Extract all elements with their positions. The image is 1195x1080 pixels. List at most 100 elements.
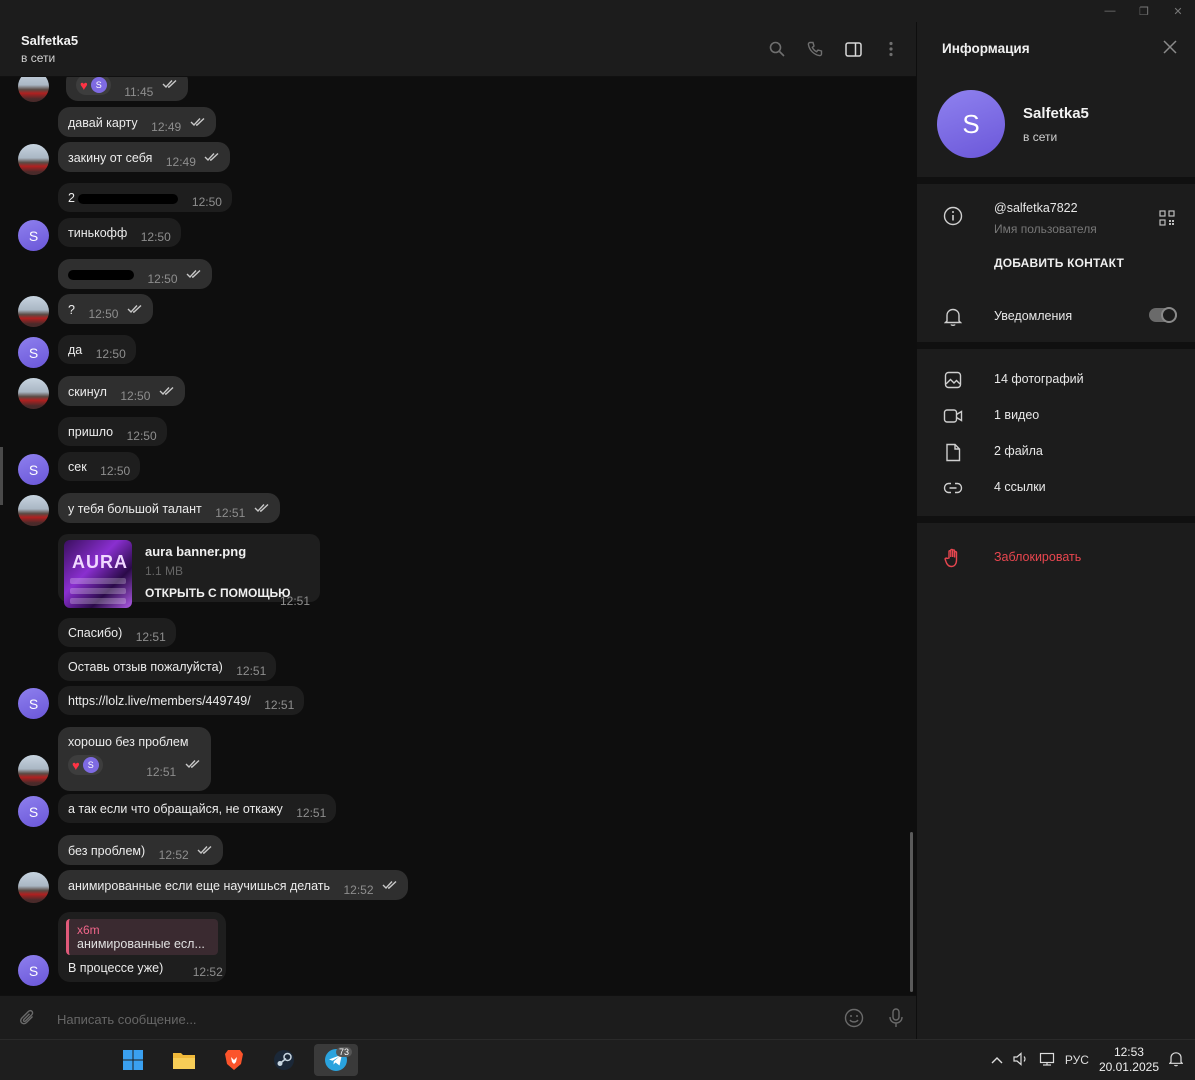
peer-name[interactable]: Salfetka5	[21, 33, 78, 48]
message-bubble[interactable]: закину от себя 12:49	[58, 142, 231, 172]
file-message[interactable]: AURA aura banner.png 1.1 MB ОТКРЫТЬ С ПО…	[58, 534, 320, 608]
message-time: 12:50	[88, 306, 119, 321]
read-ticks-icon	[186, 268, 202, 282]
message-bubble[interactable]: тинькофф 12:50	[58, 218, 181, 247]
minimize-icon[interactable]: —	[1093, 0, 1127, 22]
avatar[interactable]	[18, 378, 49, 409]
message-bubble[interactable]: ? 12:50	[58, 294, 153, 324]
message-bubble[interactable]: 12:50	[58, 259, 212, 289]
avatar[interactable]	[18, 872, 49, 903]
file-explorer-icon[interactable]	[164, 1044, 204, 1076]
open-with-button[interactable]: ОТКРЫТЬ С ПОМОЩЬЮ	[145, 586, 291, 600]
read-ticks-icon	[382, 879, 398, 893]
microphone-icon[interactable]	[885, 1007, 907, 1029]
file-name[interactable]: aura banner.png	[145, 544, 246, 559]
clock[interactable]: 12:53 20.01.2025	[1099, 1045, 1159, 1075]
telegram-app-icon[interactable]: 73	[314, 1044, 358, 1076]
reaction-user-avatar: S	[90, 77, 107, 93]
restore-icon[interactable]: ❐	[1127, 0, 1161, 22]
attach-icon[interactable]	[17, 1007, 39, 1029]
add-contact-button[interactable]: ДОБАВИТЬ КОНТАКТ	[994, 256, 1124, 270]
volume-icon[interactable]	[1013, 1051, 1029, 1069]
message-text: хорошо без проблем	[68, 735, 189, 749]
message-text: у тебя большой талант	[68, 501, 202, 516]
phone-icon[interactable]	[804, 38, 826, 60]
avatar[interactable]	[18, 755, 49, 786]
file-icon	[942, 441, 964, 463]
message-list[interactable]: ♥ S 11:45 давай карту 12:49 закину от се…	[0, 77, 916, 994]
reaction-chip[interactable]: ♥ S	[68, 755, 103, 775]
message-time: 12:50	[147, 271, 178, 286]
more-menu-icon[interactable]	[880, 38, 902, 60]
avatar[interactable]	[18, 144, 49, 175]
avatar[interactable]: S	[18, 220, 49, 251]
brave-browser-icon[interactable]	[214, 1044, 254, 1076]
search-icon[interactable]	[766, 38, 788, 60]
sidebar-toggle-icon[interactable]	[842, 38, 864, 60]
message-bubble[interactable]: давай карту 12:49	[58, 107, 216, 137]
avatar[interactable]	[18, 296, 49, 327]
link-text[interactable]: https://lolz.live/members/449749/	[68, 694, 251, 708]
message-bubble[interactable]: да 12:50	[58, 335, 136, 364]
section-divider	[917, 342, 1195, 349]
window-controls: — ❐ ✕	[1093, 0, 1195, 22]
message-text: анимированные если еще научишься делать	[68, 878, 330, 893]
avatar[interactable]: S	[18, 955, 49, 986]
network-icon[interactable]	[1039, 1052, 1055, 1069]
message-input[interactable]	[55, 1008, 819, 1030]
message-bubble[interactable]: анимированные если еще научишься делать …	[58, 870, 408, 900]
composer	[0, 995, 916, 1040]
videos-link[interactable]: 1 видео	[994, 408, 1039, 422]
avatar[interactable]	[18, 495, 49, 526]
message-bubble[interactable]: 2 12:50	[58, 183, 232, 212]
block-user-button[interactable]: Заблокировать	[994, 550, 1081, 564]
message-bubble[interactable]: сек 12:50	[58, 452, 141, 481]
windows-start-icon[interactable]	[113, 1044, 153, 1076]
message-bubble[interactable]: пришло 12:50	[58, 417, 167, 446]
steam-icon[interactable]	[264, 1044, 304, 1076]
links-link[interactable]: 4 ссылки	[994, 480, 1046, 494]
message-bubble[interactable]: Спасибо) 12:51	[58, 618, 176, 647]
photos-link[interactable]: 14 фотографий	[994, 372, 1084, 386]
bell-icon	[942, 306, 964, 328]
message-bubble[interactable]: скинул 12:50	[58, 376, 185, 406]
message-time: 12:50	[191, 195, 222, 209]
avatar[interactable]: S	[18, 337, 49, 368]
files-link[interactable]: 2 файла	[994, 444, 1043, 458]
message-bubble[interactable]: а так если что обращайся, не откажу 12:5…	[58, 794, 337, 823]
message-time: 12:49	[165, 154, 196, 169]
qr-code-icon[interactable]	[1159, 210, 1175, 229]
username[interactable]: @salfetka7822	[994, 201, 1078, 215]
message-time: 11:45	[124, 85, 154, 99]
message-bubble[interactable]: https://lolz.live/members/449749/ 12:51	[58, 686, 305, 715]
avatar[interactable]: S	[18, 796, 49, 827]
info-title: Информация	[942, 41, 1030, 56]
section-divider	[917, 516, 1195, 523]
language-indicator[interactable]: РУС	[1065, 1053, 1089, 1067]
message-bubble[interactable]: без проблем) 12:52	[58, 835, 224, 865]
thumbnail-logo: AURA	[72, 552, 128, 572]
message-bubble[interactable]: у тебя большой талант 12:51	[58, 493, 280, 523]
emoji-icon[interactable]	[843, 1007, 865, 1029]
avatar[interactable]: S	[18, 454, 49, 485]
message-time: 12:51	[215, 505, 246, 520]
avatar[interactable]: S	[18, 688, 49, 719]
scrollbar-thumb[interactable]	[910, 832, 913, 992]
reaction-chip[interactable]: ♥ S	[76, 77, 111, 95]
notifications-toggle[interactable]	[1149, 307, 1177, 323]
profile-avatar[interactable]: S	[937, 90, 1005, 158]
reply-message[interactable]: x6m анимированные есл... В процессе уже)…	[58, 912, 226, 982]
file-thumbnail[interactable]: AURA	[64, 540, 132, 608]
reply-quote[interactable]: x6m анимированные есл...	[66, 919, 218, 955]
message-bubble[interactable]: Оставь отзыв пожалуйста) 12:51	[58, 652, 277, 681]
message-text: тинькофф	[68, 226, 128, 240]
close-icon[interactable]	[1163, 40, 1179, 56]
chevron-up-icon[interactable]	[991, 1053, 1003, 1067]
avatar[interactable]	[18, 77, 49, 102]
hand-block-icon	[942, 547, 964, 569]
notifications-label: Уведомления	[994, 309, 1073, 323]
close-window-icon[interactable]: ✕	[1161, 0, 1195, 22]
notification-bell-icon[interactable]	[1168, 1051, 1184, 1070]
message-bubble[interactable]: хорошо без проблем ♥ S 12:51	[58, 727, 211, 791]
message-bubble[interactable]: ♥ S 11:45	[66, 77, 188, 101]
